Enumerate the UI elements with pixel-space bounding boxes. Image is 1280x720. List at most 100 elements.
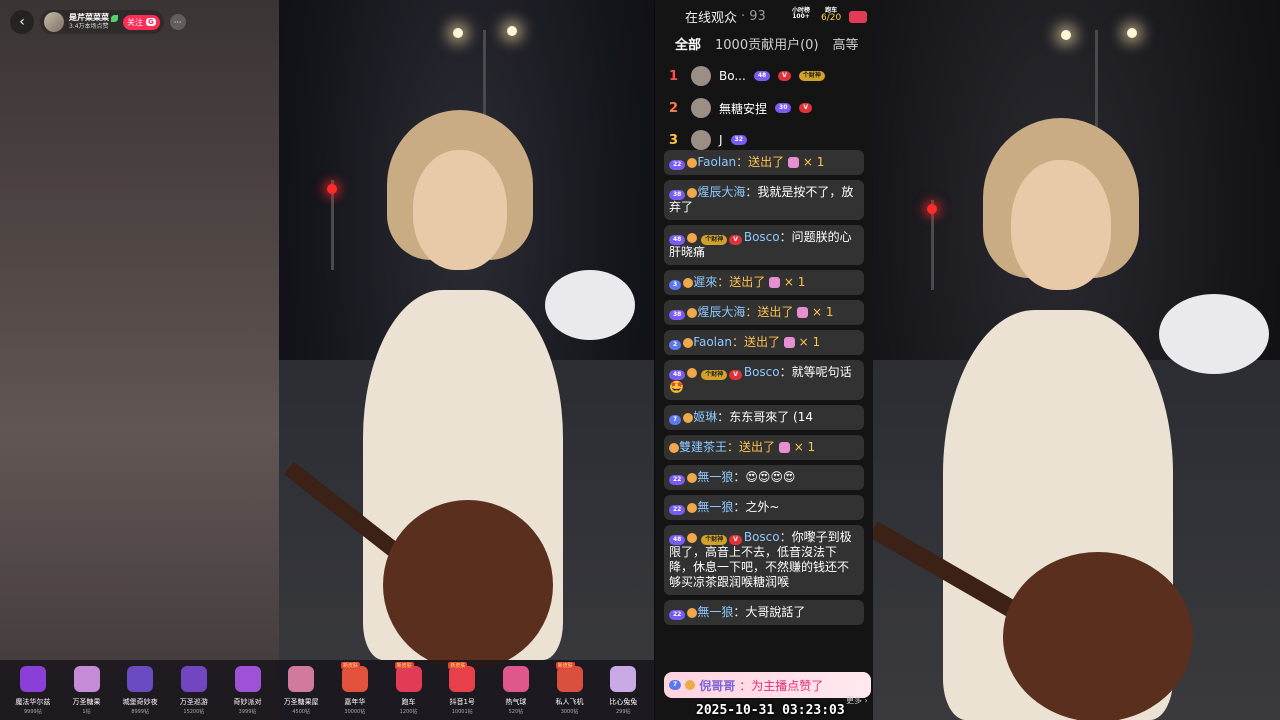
fortune-badge: 个财神 xyxy=(701,235,728,245)
chat-username[interactable]: 姬琳 xyxy=(693,410,717,424)
chat-text: ：大哥說話了 xyxy=(733,605,806,619)
lamp-pole xyxy=(1095,30,1098,140)
more-gifts-link[interactable]: 更多 › xyxy=(846,695,868,706)
fan-club-icon xyxy=(683,337,694,348)
chat-message[interactable]: 雙建茶王：送出了 × 1 xyxy=(664,435,864,460)
fan-club-icon xyxy=(687,532,698,543)
gift-icon xyxy=(234,666,261,692)
user-avatar[interactable] xyxy=(691,98,711,118)
level-badge: 48 xyxy=(669,235,686,245)
chat-text: ：之外~ xyxy=(733,500,780,514)
gift-icon xyxy=(797,307,809,318)
chat-message[interactable]: 22 無一狼：大哥說話了 xyxy=(664,600,864,625)
gift-name: 私人飞机 xyxy=(555,698,584,706)
vip-badge: V xyxy=(729,235,742,245)
chat-message[interactable]: 48 个财神 V Bosco：你嚟子到极限了，高音上不去，低音沒法下降，休息一下吧，… xyxy=(664,525,864,595)
follow-button[interactable]: 关注 G xyxy=(123,14,160,30)
chat-message[interactable]: 38 煋辰大海：我就是按不了，放弃了 xyxy=(664,180,864,220)
level-badge: 2 xyxy=(669,340,682,350)
rank-number: 1 xyxy=(669,68,679,84)
chat-username[interactable]: Faolan xyxy=(693,335,732,349)
gift-item[interactable]: 万圣巡游 15200钻 xyxy=(167,662,221,720)
performer-face xyxy=(413,150,507,270)
back-button[interactable]: ‹ xyxy=(10,10,34,34)
more-options-button[interactable]: ··· xyxy=(169,14,186,30)
gift-item[interactable]: 奇妙派对 3999钻 xyxy=(221,662,275,720)
host-info-pill[interactable]: 是芹菜菜菜 3.4万本场点赞 关注 G xyxy=(40,10,164,34)
chat-message[interactable]: 2 Faolan：送出了 × 1 xyxy=(664,330,864,355)
gift-item[interactable]: 新皮肤 嘉年华 30000钻 xyxy=(328,662,382,720)
gift-item[interactable]: 万圣糖果屋 4500钻 xyxy=(274,662,328,720)
tab-contributors[interactable]: 1000贡献用户(0) xyxy=(715,34,819,53)
live-video-secondary[interactable] xyxy=(873,0,1280,720)
traffic-light xyxy=(327,184,337,194)
chat-username[interactable]: 無一狼 xyxy=(697,605,733,619)
chat-username[interactable]: 雙建茶王 xyxy=(679,440,727,454)
chat-username[interactable]: Bosco xyxy=(744,530,780,544)
gift-item[interactable]: 城堡奇妙夜 8999钻 xyxy=(113,662,167,720)
panel-header: 在线观众 · 93 小时榜 100+ 跑车 6/20 xyxy=(655,0,873,32)
ranking-row[interactable]: 2 無糖安捏 30 V xyxy=(669,92,873,124)
gift-item[interactable]: 新皮肤 跑车 1200钻 xyxy=(382,662,436,720)
chat-username[interactable]: Bosco xyxy=(744,365,780,379)
gift-count: × 1 xyxy=(798,335,821,349)
gift-count: × 1 xyxy=(812,305,834,319)
street-lamp xyxy=(1061,30,1071,40)
recording-timestamp: 2025-10-31 03:23:03 xyxy=(696,703,845,718)
chat-username[interactable]: 煋辰大海 xyxy=(697,185,745,199)
chat-username[interactable]: Bosco xyxy=(744,230,780,244)
level-badge: 38 xyxy=(669,310,686,320)
chat-badges: 22 xyxy=(669,500,698,515)
gift-item[interactable]: 新皮肤 抖音1号 10001钻 xyxy=(435,662,489,720)
sports-car-progress[interactable]: 跑车 6/20 xyxy=(821,8,841,23)
hourly-rank[interactable]: 小时榜 100+ xyxy=(792,8,810,20)
tab-high-level[interactable]: 高等 xyxy=(833,34,859,53)
chat-username[interactable]: 無一狼 xyxy=(697,470,733,484)
chat-username[interactable]: 無一狼 xyxy=(697,500,733,514)
gift-icon xyxy=(610,666,637,692)
chat-feed[interactable]: 22 Faolan：送出了 × 1 38 煋辰大海：我就是按不了，放弃了 48 个财… xyxy=(664,150,864,670)
microphone xyxy=(545,270,635,340)
chat-message[interactable]: 38 煋辰大海：送出了 × 1 xyxy=(664,300,864,325)
guitar-body xyxy=(1003,552,1193,720)
chat-message[interactable]: 3 遲來：送出了 × 1 xyxy=(664,270,864,295)
gift-name: 城堡奇妙夜 xyxy=(122,698,158,706)
gift-item[interactable]: 万圣糖果 1钻 xyxy=(60,662,114,720)
ranking-list: 1 Bo... 48 V 个财神 2 無糖安捏 30 V 3 J 32 xyxy=(655,54,873,156)
fan-club-icon xyxy=(687,472,698,483)
host-name-text: 是芹菜菜菜 xyxy=(69,13,109,22)
gift-bar: 魔法华尔兹 9999钻 万圣糖果 1钻 城堡奇妙夜 8999钻 万圣巡游 15200钻 奇妙派对… xyxy=(0,660,656,720)
new-skin-tag: 新皮肤 xyxy=(394,662,414,669)
chat-message[interactable]: 48 个财神 V Bosco：问题朕的心肝晓痛 xyxy=(664,225,864,265)
chat-message[interactable]: 48 个财神 V Bosco：就等呢句话🤩 xyxy=(664,360,864,400)
chat-text: ：😍😍😍😍 xyxy=(733,470,796,484)
chat-username[interactable]: Faolan xyxy=(697,155,736,169)
chat-message[interactable]: 22 Faolan：送出了 × 1 xyxy=(664,150,864,175)
gift-item[interactable]: 比心兔兔 299钻 xyxy=(596,662,650,720)
ranking-row[interactable]: 1 Bo... 48 V 个财神 xyxy=(669,60,873,92)
online-audience-label[interactable]: 在线观众 xyxy=(685,7,737,26)
live-video-main[interactable] xyxy=(279,0,654,720)
user-avatar[interactable] xyxy=(691,66,711,86)
gift-price: 1200钻 xyxy=(399,709,418,715)
like-username[interactable]: 倪哥哥 xyxy=(699,677,735,694)
gift-item[interactable]: 魔法华尔兹 9999钻 xyxy=(6,662,60,720)
chat-message[interactable]: 22 無一狼：之外~ xyxy=(664,495,864,520)
tab-all[interactable]: 全部 xyxy=(675,34,701,53)
blurred-background xyxy=(0,0,279,720)
chat-text: ：送出了 xyxy=(717,275,766,289)
host-avatar[interactable] xyxy=(44,12,64,32)
chat-message[interactable]: 7 姬琳：东东哥來了 (14 xyxy=(664,405,864,430)
level-badge: 22 xyxy=(669,505,686,515)
level-badge: 7 xyxy=(669,415,682,425)
gift-icon xyxy=(788,157,799,168)
gift-item[interactable]: 热气球 520钻 xyxy=(489,662,543,720)
user-avatar[interactable] xyxy=(691,130,711,150)
sports-car-icon[interactable] xyxy=(849,11,867,23)
gift-item[interactable]: 新皮肤 私人飞机 3000钻 xyxy=(543,662,597,720)
chat-username[interactable]: 遲來 xyxy=(693,275,717,289)
vip-badge: V xyxy=(799,103,813,113)
street-lamp xyxy=(453,28,463,38)
chat-message[interactable]: 22 無一狼：😍😍😍😍 xyxy=(664,465,864,490)
chat-username[interactable]: 煋辰大海 xyxy=(697,305,745,319)
